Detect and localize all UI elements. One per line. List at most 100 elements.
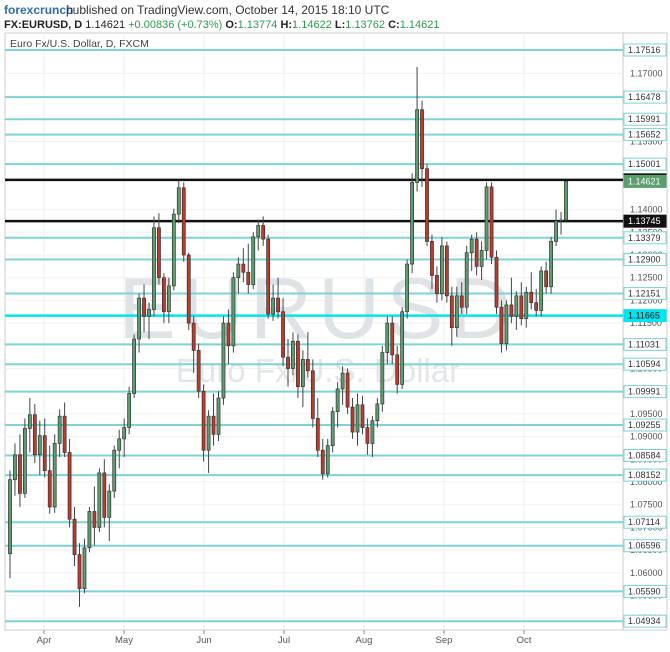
candle-down: [241, 263, 246, 273]
candle-down: [196, 349, 201, 392]
chart-title: Euro Fx/U.S. Dollar, D, FXCM: [10, 38, 149, 50]
price-axis[interactable]: 1.170001.165001.155001.150001.140001.135…: [623, 43, 667, 628]
candle-down: [67, 452, 72, 520]
candle-up: [107, 490, 112, 518]
candle-down: [286, 356, 290, 369]
level-label: 1.11031: [628, 339, 660, 349]
candle-up: [251, 236, 256, 285]
candle-down: [201, 390, 206, 451]
candle-up: [375, 403, 380, 422]
candle-up: [454, 295, 459, 328]
candle-down: [186, 254, 191, 324]
level-label: 1.08152: [628, 470, 661, 480]
candle-down: [474, 238, 479, 267]
time-tick-label: Jul: [278, 635, 290, 646]
candle-up: [440, 245, 444, 294]
candle-up: [27, 414, 32, 429]
candle-up: [559, 219, 563, 222]
level-label: 1.13379: [628, 233, 661, 243]
candle-down: [310, 370, 315, 419]
candle-up: [87, 511, 92, 549]
candle-up: [127, 393, 132, 428]
candle-down: [430, 241, 434, 276]
candle-up: [504, 304, 509, 344]
candle-up: [484, 186, 489, 251]
candle-up: [97, 472, 102, 528]
candle-up: [112, 449, 117, 492]
candle-up: [400, 311, 405, 385]
candle-down: [181, 187, 186, 256]
candle-up: [256, 225, 261, 238]
candle-down: [162, 277, 166, 313]
candle-down: [246, 271, 251, 285]
candle-down: [211, 415, 216, 435]
candle-down: [47, 470, 52, 508]
candle-up: [52, 443, 57, 508]
candle-up: [370, 420, 375, 444]
candle-down: [345, 372, 350, 408]
last-price-label: 1.14621: [628, 176, 661, 186]
candle-down: [281, 311, 285, 358]
candle-down: [509, 304, 514, 317]
time-tick-label: Aug: [356, 635, 373, 646]
candle-down: [276, 297, 280, 313]
candle-up: [385, 322, 390, 353]
candle-down: [32, 414, 37, 456]
candle-up: [132, 338, 136, 394]
candle-down: [142, 297, 146, 317]
candle-up: [291, 340, 295, 369]
candle-down: [261, 225, 266, 240]
candle-up: [564, 181, 568, 221]
candle-down: [360, 404, 365, 428]
candle-up: [330, 411, 335, 447]
time-tick-label: Jun: [196, 635, 211, 646]
candle-down: [77, 554, 82, 590]
level-label: 1.12151: [628, 289, 661, 299]
candle-up: [23, 428, 27, 494]
price-chart[interactable]: EURUSD Euro Fx/U.S. Dollar 1.170001.1650…: [0, 0, 670, 652]
candle-up: [8, 479, 12, 555]
price-tick-label: 1.12500: [630, 273, 663, 283]
time-tick-label: Oct: [517, 635, 532, 646]
candle-up: [355, 404, 360, 433]
price-tick-label: 1.06000: [630, 568, 663, 578]
candle-up: [216, 397, 221, 435]
candle-down: [420, 109, 424, 170]
level-label: 1.04934: [628, 616, 661, 626]
candle-up: [340, 372, 345, 390]
time-tick-label: Apr: [37, 635, 52, 646]
candle-up: [57, 415, 62, 444]
level-label: 1.07114: [628, 517, 660, 527]
level-label: 1.17516: [628, 45, 661, 55]
level-label: 1.08584: [628, 450, 661, 460]
candle-up: [117, 438, 122, 451]
candle-down: [226, 322, 231, 347]
candle-down: [72, 518, 77, 555]
candle-up: [549, 241, 553, 288]
candle-down: [102, 472, 107, 518]
candle-down: [305, 359, 310, 372]
candle-down: [459, 295, 464, 308]
candle-up: [82, 547, 87, 590]
candle-down: [435, 275, 439, 294]
candle-down: [365, 427, 370, 444]
candle-down: [449, 295, 454, 328]
candle-down: [390, 322, 395, 356]
level-label: 1.15001: [628, 159, 661, 169]
level-label: 1.06596: [628, 541, 661, 551]
candle-down: [499, 306, 504, 344]
candle-up: [469, 238, 474, 254]
candle-down: [395, 354, 400, 385]
candle-down: [62, 415, 67, 453]
time-axis[interactable]: Apr May Jun Jul Aug Sep Oct: [37, 630, 532, 646]
candle-down: [315, 418, 320, 451]
candle-up: [539, 270, 544, 311]
candle-up: [171, 213, 176, 287]
candle-up: [405, 263, 410, 313]
candle-up: [524, 291, 529, 319]
candle-up: [176, 187, 181, 215]
candle-down: [42, 435, 47, 471]
candle-down: [296, 340, 300, 388]
candle-up: [221, 322, 226, 399]
candle-up: [231, 277, 236, 347]
